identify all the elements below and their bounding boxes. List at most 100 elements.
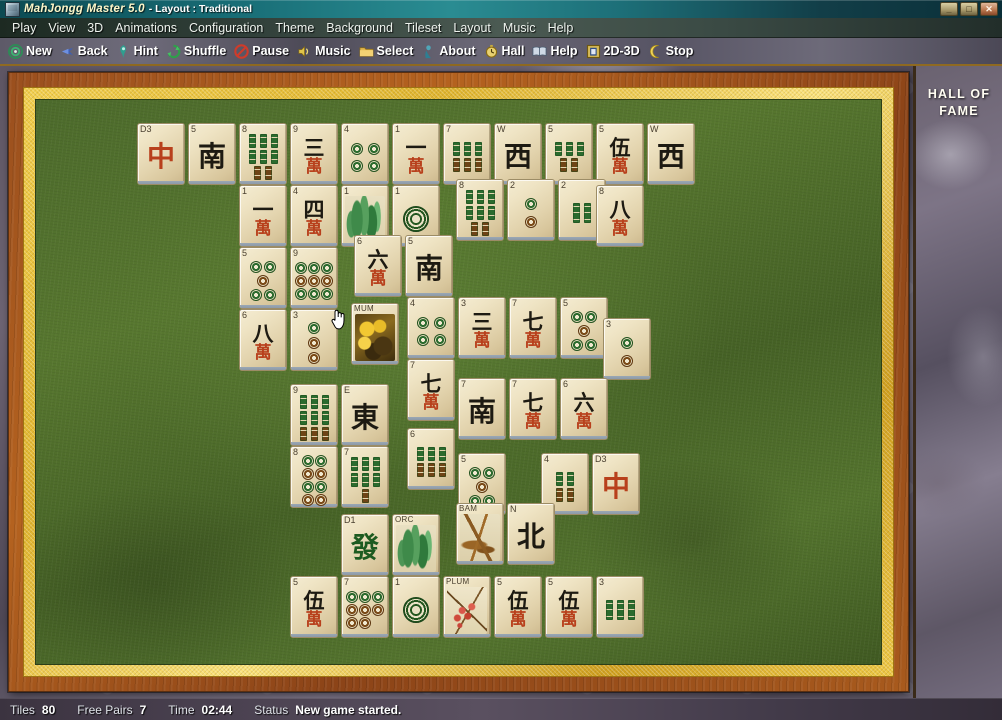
toolbar-2d-3d-button[interactable]: 2D-3D [584,44,646,59]
toolbar-hint-button[interactable]: Hint [114,44,164,59]
toolbar-hall-button[interactable]: Hall [482,44,531,59]
menu-item-background[interactable]: Background [320,20,399,36]
game-board[interactable]: D3 中 5 南 8 9 三萬 4 1 一萬 7 W 西 5 5 伍萬 W 西 1 一萬 4 四萬 1 1 8 2 2 8 八萬 5 9 6 六… [35,99,882,665]
bamboo-sticks [416,447,446,477]
mahjong-tile[interactable]: 4四萬 [290,185,338,247]
mahjong-tile[interactable]: 8 [290,446,338,508]
mahjong-tile[interactable]: 5南 [405,235,453,297]
mahjong-tile[interactable]: 6八萬 [239,309,287,371]
mahjong-tile[interactable]: 5 [545,123,593,185]
tile-wan-suffix: 萬 [575,412,593,432]
menu-item-3d[interactable]: 3D [81,20,109,36]
mahjong-tile[interactable]: 8八萬 [596,185,644,247]
mahjong-tile[interactable]: BAMBAM [456,503,504,565]
toolbar-button-label: Back [77,44,108,58]
toolbar-stop-button[interactable]: Stop [646,44,700,59]
mahjong-tile[interactable]: PLUMPLUM [443,576,491,638]
toolbar-button-label: Help [550,44,578,58]
mahjong-tile[interactable]: 7南 [458,378,506,440]
toolbar-help-button[interactable]: Help [530,44,583,59]
mahjong-tile[interactable]: 8 [239,123,287,185]
tile-face: 發 [342,523,388,573]
tile-face [604,327,650,377]
menu-item-animations[interactable]: Animations [109,20,183,36]
mahjong-tile[interactable]: 5伍萬 [290,576,338,638]
mahjong-tile[interactable]: 9 [290,247,338,309]
dots-pips [250,261,276,301]
tile-character: 西 [656,140,685,173]
menu-item-help[interactable]: Help [542,20,580,36]
mahjong-tile[interactable]: 9 [290,384,338,446]
mahjong-tile[interactable]: 8 [456,179,504,241]
tile-face [457,512,503,562]
mahjong-tile[interactable]: 6 [407,428,455,490]
tile-character: 伍 [558,589,580,613]
menu-item-theme[interactable]: Theme [269,20,320,36]
mahjong-tile[interactable]: 6六萬 [354,235,402,297]
mahjong-tile[interactable]: 7 [341,576,389,638]
toolbar-new-button[interactable]: New [6,43,58,59]
tile-face: 中 [138,132,184,182]
mahjong-tile[interactable]: 7七萬 [407,359,455,421]
toolbar-about-button[interactable]: About [419,44,481,59]
gold-border: D3 中 5 南 8 9 三萬 4 1 一萬 7 W 西 5 5 伍萬 W 西 1 一萬 4 四萬 1 1 8 2 2 8 八萬 5 9 6 六… [23,87,894,677]
title-bar: MahJongg Master 5.0 - Layout : Tradition… [0,0,1002,18]
mahjong-tile[interactable]: 1一萬 [239,185,287,247]
mahjong-tile[interactable]: W西 [494,123,542,185]
mahjong-tile[interactable]: N北 [507,503,555,565]
mahjong-tile[interactable]: 6六萬 [560,378,608,440]
menu-item-tileset[interactable]: Tileset [399,20,447,36]
minimize-button[interactable]: _ [940,2,958,16]
mahjong-tile[interactable]: 4 [341,123,389,185]
mahjong-tile[interactable]: W西 [647,123,695,185]
mahjong-tile[interactable]: D1 發 [341,514,389,576]
mahjong-tile[interactable]: ORCORC [392,514,440,576]
tile-character: 南 [414,252,443,285]
mahjong-tile[interactable]: 3 [596,576,644,638]
tile-face: 一萬 [393,132,439,182]
menu-item-configuration[interactable]: Configuration [183,20,269,36]
mahjong-tile[interactable]: 5 [239,247,287,309]
mahjong-tile[interactable]: 2 [507,179,555,241]
mahjong-tile[interactable]: 5伍萬 [545,576,593,638]
mahjong-tile[interactable]: 3三萬 [458,297,506,359]
toolbar-back-button[interactable]: Back [58,44,114,59]
toolbar-pause-button[interactable]: Pause [232,43,295,59]
tile-character: 七 [522,391,544,415]
flower-tile-label: BAM [459,504,478,513]
flower-tile-label: MUM [354,304,375,313]
menu-item-view[interactable]: View [42,20,81,36]
mahjong-tile[interactable]: 5伍萬 [494,576,542,638]
menu-item-play[interactable]: Play [6,20,42,36]
maximize-button[interactable]: □ [960,2,978,16]
toolbar-select-button[interactable]: Select [357,44,420,59]
mahjong-tile[interactable]: D3 中 [592,453,640,515]
mahjong-tile[interactable]: D3 中 [137,123,185,185]
close-button[interactable]: ✕ [980,2,998,16]
mahjong-tile[interactable]: 1一萬 [392,123,440,185]
mahjong-tile[interactable]: 7七萬 [509,378,557,440]
new-game-icon [8,43,23,59]
toolbar-shuffle-button[interactable]: Shuffle [164,44,232,59]
mahjong-tile[interactable]: 3 [290,309,338,371]
tile-wan-suffix: 萬 [473,331,491,351]
hall-of-fame-panel[interactable]: HALL OF FAME [913,66,1002,698]
mahjong-tile[interactable]: 7 [443,123,491,185]
mahjong-tile[interactable]: 7七萬 [509,297,557,359]
mahjong-tile[interactable]: E東 [341,384,389,446]
mahjong-tile[interactable]: MUMMUM [351,303,399,365]
mahjong-tile[interactable]: 7 [341,446,389,508]
menu-item-music[interactable]: Music [497,20,542,36]
menu-item-layout[interactable]: Layout [447,20,497,36]
mahjong-tile[interactable]: 5南 [188,123,236,185]
tile-character: 一 [252,198,274,222]
toolbar-music-button[interactable]: Music [295,44,356,59]
bamboo-sticks [299,395,329,441]
mahjong-tile[interactable]: 3 [603,318,651,380]
mahjong-tile[interactable]: 1 [392,576,440,638]
mahjong-tile[interactable]: 9三萬 [290,123,338,185]
tile-face [546,132,592,182]
mahjong-tile[interactable]: 5 [560,297,608,359]
mahjong-tile[interactable]: 5伍萬 [596,123,644,185]
mahjong-tile[interactable]: 4 [407,297,455,359]
